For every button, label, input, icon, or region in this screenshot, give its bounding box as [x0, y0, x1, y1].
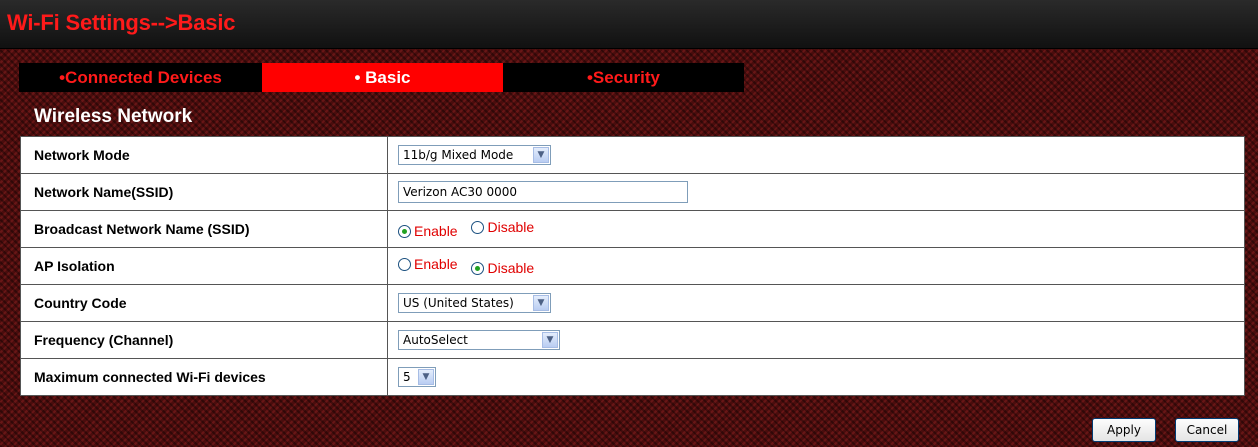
ap-isolation-disable-label: Disable	[487, 260, 535, 276]
broadcast-ssid-label: Broadcast Network Name (SSID)	[20, 210, 388, 248]
ap-isolation-enable-radio[interactable]: Enable	[398, 256, 458, 272]
country-code-label: Country Code	[20, 284, 388, 322]
chevron-down-icon: ▼	[542, 332, 558, 348]
table-row: Network Name(SSID)	[20, 173, 1245, 211]
broadcast-disable-radio[interactable]: Disable	[471, 219, 534, 235]
ap-isolation-enable-label: Enable	[414, 256, 458, 272]
page-title: Wi-Fi Settings-->Basic	[7, 10, 236, 35]
tab-connected-devices[interactable]: •Connected Devices	[19, 63, 262, 92]
tab-security[interactable]: •Security	[503, 63, 744, 92]
max-devices-label: Maximum connected Wi-Fi devices	[20, 358, 388, 396]
country-code-value: US (United States)	[403, 296, 514, 310]
network-mode-select[interactable]: 11b/g Mixed Mode ▼	[398, 145, 551, 165]
chevron-down-icon: ▼	[418, 369, 434, 385]
radio-unchecked-icon	[398, 257, 411, 271]
table-row: Broadcast Network Name (SSID) Enable Dis…	[20, 210, 1245, 248]
network-mode-value: 11b/g Mixed Mode	[403, 148, 514, 162]
ssid-label: Network Name(SSID)	[20, 173, 388, 211]
frequency-value: AutoSelect	[403, 333, 468, 347]
radio-unchecked-icon	[471, 220, 485, 234]
frequency-label: Frequency (Channel)	[20, 321, 388, 359]
radio-checked-icon	[471, 261, 485, 275]
table-row: Country Code US (United States) ▼	[20, 284, 1245, 322]
max-devices-value: 5	[403, 370, 411, 384]
network-mode-label: Network Mode	[20, 136, 388, 174]
broadcast-enable-radio[interactable]: Enable	[398, 223, 458, 239]
tab-bar: •Connected Devices • Basic •Security	[19, 63, 744, 92]
frequency-select[interactable]: AutoSelect ▼	[398, 330, 560, 350]
wireless-settings-table: Network Mode 11b/g Mixed Mode ▼ Network …	[20, 136, 1245, 396]
table-row: Maximum connected Wi-Fi devices 5 ▼	[20, 358, 1245, 396]
table-row: Network Mode 11b/g Mixed Mode ▼	[20, 136, 1245, 174]
section-title: Wireless Network	[34, 106, 193, 127]
ap-isolation-label: AP Isolation	[20, 247, 388, 285]
max-devices-select[interactable]: 5 ▼	[398, 367, 436, 387]
ap-isolation-disable-radio[interactable]: Disable	[471, 260, 534, 276]
broadcast-disable-label: Disable	[487, 219, 535, 235]
cancel-button[interactable]: Cancel	[1175, 418, 1239, 442]
tab-basic[interactable]: • Basic	[262, 63, 503, 92]
table-row: AP Isolation Enable Disable	[20, 247, 1245, 285]
broadcast-enable-label: Enable	[414, 223, 458, 239]
apply-button[interactable]: Apply	[1092, 418, 1156, 442]
chevron-down-icon: ▼	[533, 147, 549, 163]
table-row: Frequency (Channel) AutoSelect ▼	[20, 321, 1245, 359]
chevron-down-icon: ▼	[533, 295, 549, 311]
ssid-input[interactable]	[398, 181, 688, 203]
page-header: Wi-Fi Settings-->Basic	[0, 0, 1258, 49]
country-code-select[interactable]: US (United States) ▼	[398, 293, 551, 313]
radio-checked-icon	[398, 224, 411, 238]
